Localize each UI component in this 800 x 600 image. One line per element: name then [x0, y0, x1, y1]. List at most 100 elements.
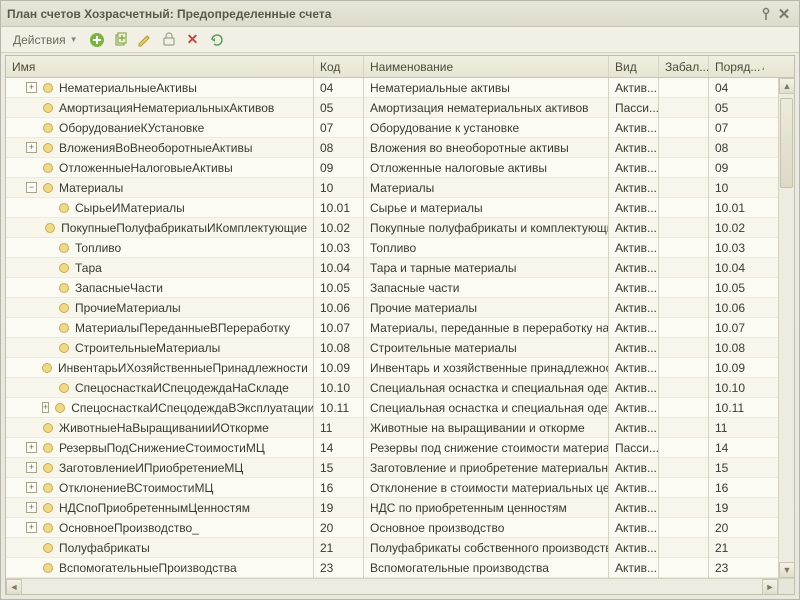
- table-row[interactable]: ОборудованиеКУстановке07Оборудование к у…: [6, 118, 794, 138]
- cell-desc: Материалы: [364, 178, 609, 198]
- cell-type: Актив...: [609, 118, 659, 138]
- table-row[interactable]: СпецоснасткаИСпецодеждаНаСкладе10.10Спец…: [6, 378, 794, 398]
- expand-icon[interactable]: +: [26, 462, 37, 473]
- refresh-button[interactable]: [208, 31, 226, 49]
- node-icon: [43, 443, 53, 453]
- col-header-order[interactable]: Поряд... ▲: [709, 56, 764, 77]
- table-row[interactable]: ПокупныеПолуфабрикатыИКомплектующие10.02…: [6, 218, 794, 238]
- cell-name: ЖивотныеНаВыращиванииИОткорме: [6, 418, 314, 438]
- table-row[interactable]: ЖивотныеНаВыращиванииИОткорме11Животные …: [6, 418, 794, 438]
- cell-type: Актив...: [609, 418, 659, 438]
- cell-type: Актив...: [609, 338, 659, 358]
- cell-desc: Топливо: [364, 238, 609, 258]
- cell-name: ЗапасныеЧасти: [6, 278, 314, 298]
- cell-type: Актив...: [609, 518, 659, 538]
- table-row[interactable]: ИнвентарьИХозяйственныеПринадлежности10.…: [6, 358, 794, 378]
- expand-icon[interactable]: +: [26, 82, 37, 93]
- expand-icon[interactable]: +: [42, 402, 49, 413]
- expand-icon[interactable]: +: [26, 502, 37, 513]
- cell-desc: Тара и тарные материалы: [364, 258, 609, 278]
- cell-desc: Специальная оснастка и специальная одежд…: [364, 398, 609, 418]
- add-copy-button[interactable]: [112, 31, 130, 49]
- cell-name: МатериалыПереданныеВПереработку: [6, 318, 314, 338]
- cell-desc: Заготовление и приобретение материальных…: [364, 458, 609, 478]
- table-row[interactable]: Топливо10.03ТопливоАктив...10.03: [6, 238, 794, 258]
- cell-type: Актив...: [609, 558, 659, 578]
- cell-name: +ОсновноеПроизводство_: [6, 518, 314, 538]
- row-name: МатериалыПереданныеВПереработку: [75, 321, 290, 335]
- table-row[interactable]: +ОсновноеПроизводство_20Основное произво…: [6, 518, 794, 538]
- table-row[interactable]: +НематериальныеАктивы04Нематериальные ак…: [6, 78, 794, 98]
- table-row[interactable]: ОтложенныеНалоговыеАктивы09Отложенные на…: [6, 158, 794, 178]
- close-icon[interactable]: ✕: [775, 5, 793, 23]
- pin-icon[interactable]: [757, 5, 775, 23]
- node-icon: [59, 203, 69, 213]
- vertical-scrollbar[interactable]: ▲ ▼: [778, 78, 794, 578]
- cell-off: [659, 98, 709, 118]
- cell-name: СтроительныеМатериалы: [6, 338, 314, 358]
- scroll-h-track[interactable]: [22, 579, 762, 594]
- table-row[interactable]: +ВложенияВоВнеоборотныеАктивы08Вложения …: [6, 138, 794, 158]
- table-row[interactable]: +ЗаготовлениеИПриобретениеМЦ15Заготовлен…: [6, 458, 794, 478]
- edit-button[interactable]: [136, 31, 154, 49]
- cell-ord: 07: [709, 118, 764, 138]
- cell-desc: Прочие материалы: [364, 298, 609, 318]
- col-header-desc[interactable]: Наименование: [364, 56, 609, 77]
- table-row[interactable]: ЗапасныеЧасти10.05Запасные частиАктив...…: [6, 278, 794, 298]
- col-header-type[interactable]: Вид: [609, 56, 659, 77]
- cell-type: Актив...: [609, 258, 659, 278]
- scroll-right-button[interactable]: ►: [762, 579, 778, 595]
- table-row[interactable]: СтроительныеМатериалы10.08Строительные м…: [6, 338, 794, 358]
- cell-ord: 10.05: [709, 278, 764, 298]
- cell-name: АмортизацияНематериальныхАктивов: [6, 98, 314, 118]
- table-row[interactable]: +РезервыПодСнижениеСтоимостиМЦ14Резервы …: [6, 438, 794, 458]
- scroll-down-button[interactable]: ▼: [779, 562, 795, 578]
- delete-button[interactable]: ✕: [184, 31, 202, 49]
- table-row[interactable]: Полуфабрикаты21Полуфабрикаты собственног…: [6, 538, 794, 558]
- cell-name: + ВложенияВоВнеоборотныеАктивы: [6, 138, 314, 158]
- scroll-v-thumb[interactable]: [780, 98, 793, 188]
- plus-icon: [90, 33, 104, 47]
- table-row[interactable]: +ОтклонениеВСтоимостиМЦ16Отклонение в ст…: [6, 478, 794, 498]
- collapse-icon[interactable]: −: [26, 182, 37, 193]
- scroll-up-button[interactable]: ▲: [779, 78, 795, 94]
- table-row[interactable]: Тара10.04Тара и тарные материалыАктив...…: [6, 258, 794, 278]
- table-row[interactable]: ВспомогательныеПроизводства23Вспомогател…: [6, 558, 794, 578]
- add-button[interactable]: [88, 31, 106, 49]
- table-row[interactable]: МатериалыПереданныеВПереработку10.07Мате…: [6, 318, 794, 338]
- table-row[interactable]: +СпецоснасткаИСпецодеждаВЭксплуатации10.…: [6, 398, 794, 418]
- node-icon: [43, 83, 53, 93]
- scroll-left-button[interactable]: ◄: [6, 579, 22, 595]
- col-header-code[interactable]: Код: [314, 56, 364, 77]
- horizontal-scrollbar[interactable]: ◄ ►: [6, 578, 778, 594]
- cell-off: [659, 338, 709, 358]
- expand-icon[interactable]: +: [26, 522, 37, 533]
- cell-off: [659, 498, 709, 518]
- row-name: Полуфабрикаты: [59, 541, 150, 555]
- table-row[interactable]: СырьеИМатериалы10.01Сырье и материалыАкт…: [6, 198, 794, 218]
- row-name: Тара: [75, 261, 102, 275]
- col-header-name[interactable]: Имя: [6, 56, 314, 77]
- expand-icon[interactable]: +: [26, 482, 37, 493]
- row-name: ОтложенныеНалоговыеАктивы: [59, 161, 233, 175]
- cell-type: Актив...: [609, 358, 659, 378]
- col-header-offbalance[interactable]: Забал...: [659, 56, 709, 77]
- expand-icon[interactable]: +: [26, 442, 37, 453]
- cell-ord: 08: [709, 138, 764, 158]
- table-row[interactable]: АмортизацияНематериальныхАктивов05Аморти…: [6, 98, 794, 118]
- table-row[interactable]: +НДСпоПриобретеннымЦенностям19НДС по при…: [6, 498, 794, 518]
- table-row[interactable]: −Материалы10МатериалыАктив...10: [6, 178, 794, 198]
- row-name: ВложенияВоВнеоборотныеАктивы: [59, 141, 253, 155]
- cell-ord: 23: [709, 558, 764, 578]
- cell-off: [659, 198, 709, 218]
- scroll-v-track[interactable]: [779, 94, 794, 562]
- cell-name: ОборудованиеКУстановке: [6, 118, 314, 138]
- cell-off: [659, 298, 709, 318]
- set-mark-button[interactable]: [160, 31, 178, 49]
- expand-icon[interactable]: +: [26, 142, 37, 153]
- cell-code: 10.10: [314, 378, 364, 398]
- row-name: ЗапасныеЧасти: [75, 281, 163, 295]
- cell-code: 10.03: [314, 238, 364, 258]
- actions-menu-button[interactable]: Действия ▼: [9, 31, 82, 49]
- table-row[interactable]: ПрочиеМатериалы10.06Прочие материалыАкти…: [6, 298, 794, 318]
